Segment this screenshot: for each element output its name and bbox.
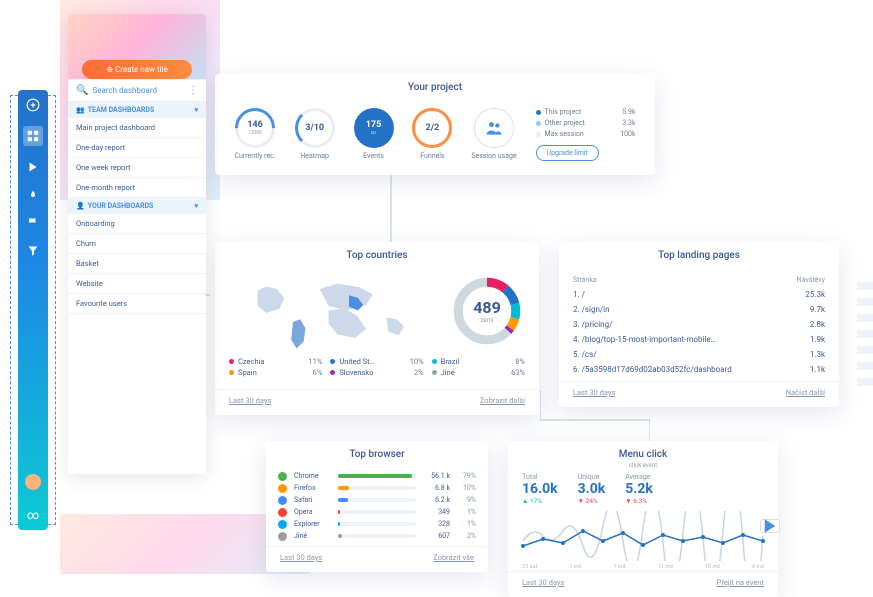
user-icon: 👤 [76, 202, 85, 210]
play-icon[interactable] [760, 519, 780, 533]
legend-item: Brazil8% [432, 357, 525, 366]
table-row[interactable]: 1. /25.3k [573, 287, 825, 302]
flame-icon[interactable] [26, 188, 40, 202]
panel-title: Your project [215, 74, 655, 101]
browser-icon [278, 484, 287, 493]
chevron-down-icon: ▾ [194, 106, 198, 114]
metric-session[interactable]: Session usage [471, 108, 516, 160]
flag-icon[interactable] [26, 216, 40, 230]
date-range-link[interactable]: Last 30 days [229, 396, 271, 405]
panel-title: Top countries [215, 242, 539, 269]
stat: Average5.2k▼ 6.3% [625, 473, 653, 505]
load-more-link[interactable]: Načíst další [786, 388, 825, 397]
search-icon: 🔍 [76, 85, 88, 96]
sidebar-hero: ⊕ Create new tile [68, 14, 206, 79]
section-your[interactable]: 👤 YOUR DASHBOARDS▾ [68, 198, 206, 214]
show-all-link[interactable]: Zobrazit vše [433, 553, 474, 562]
table-row: Safari6.2 k9% [278, 494, 476, 506]
play-icon[interactable] [26, 160, 40, 174]
users-icon [474, 108, 514, 148]
sidebar-item[interactable]: Churn [68, 234, 206, 254]
sidebar-item[interactable]: One-month report [68, 178, 206, 198]
stat: Total16.0k▲ 17% [522, 473, 558, 505]
sidebar-item[interactable]: One-day report [68, 138, 206, 158]
table-row: Firefox6.8 k10% [278, 482, 476, 494]
table-row: Opera3491% [278, 506, 476, 518]
more-icon[interactable]: ⋮ [188, 85, 198, 96]
legend-item: Jiné63% [432, 368, 525, 377]
dashboard-icon[interactable] [23, 126, 43, 146]
search-input[interactable] [92, 86, 182, 95]
sidebar-item[interactable]: Basket [68, 254, 206, 274]
legend-item: Slovensko2% [330, 368, 423, 377]
sidebar-item[interactable]: Favourite users [68, 294, 206, 314]
table-row[interactable]: 2. /sign/in9.7k [573, 302, 825, 317]
sidebar-item[interactable]: One week report [68, 158, 206, 178]
metric-funnels[interactable]: 2/2 Funnels [412, 108, 452, 160]
team-icon: 👥 [76, 106, 85, 114]
menu-click-chart: 25 aut1 ind7 ind11 ind18 indd ind [508, 505, 778, 567]
avatar[interactable] [25, 474, 41, 490]
show-more-link[interactable]: Zobrazit další [480, 396, 525, 405]
world-map [229, 273, 437, 353]
landing-panel: Top landing pages StránkaNávštěvy 1. /25… [559, 242, 839, 407]
date-range-link[interactable]: Last 30 days [522, 578, 564, 587]
sidebar-item[interactable]: Main project dashboard [68, 118, 206, 138]
infinity-icon[interactable]: ∞ [27, 508, 39, 522]
table-row[interactable]: 5. /cs/1.3k [573, 347, 825, 362]
panel-title: Top browser [266, 441, 488, 468]
date-range-link[interactable]: Last 30 days [573, 388, 615, 397]
sidebar-item[interactable]: Onboarding [68, 214, 206, 234]
browser-panel: Top browser Chrome56.1 k79%Firefox6.8 k1… [266, 441, 488, 572]
sidebar-item[interactable]: Website [68, 274, 206, 294]
funnel-icon[interactable] [26, 244, 40, 258]
stat: Unique3.0k▼ 24% [578, 473, 606, 505]
goto-event-link[interactable]: Přejít na event [717, 578, 764, 587]
table-row[interactable]: 4. /blog/top-15-most-important-mobile…1.… [573, 332, 825, 347]
metric-currently-rec[interactable]: 146/2000 Currently rec. [234, 108, 275, 160]
countries-legend: Czechia11% United St…10% Brazil8% Spain6% Sl… [215, 353, 539, 385]
countries-donut: 489zemí [449, 273, 525, 349]
panel-subtitle: click event [508, 462, 778, 469]
metric-heatmap[interactable]: 3/10 Heatmap [295, 108, 335, 160]
nav-rail: ∞ [18, 90, 48, 530]
panel-title: Top landing pages [559, 242, 839, 269]
date-range-link[interactable]: Last 30 days [280, 553, 322, 562]
legend-item: Spain6% [229, 368, 322, 377]
legend-item: Czechia11% [229, 357, 322, 366]
ghost-decoration [857, 276, 873, 386]
table-row[interactable]: 6. /5a3598d17d69d02ab03d52fc/dashboard1.… [573, 362, 825, 377]
table-row: Explorer3281% [278, 518, 476, 530]
chevron-down-icon: ▾ [194, 202, 198, 210]
browser-icon [278, 472, 287, 481]
legend-item: United St…10% [330, 357, 423, 366]
table-row: Chrome56.1 k79% [278, 470, 476, 482]
section-team[interactable]: 👥 TEAM DASHBOARDS▾ [68, 102, 206, 118]
project-panel: Your project 146/2000 Currently rec. 3/1… [215, 74, 655, 175]
browser-icon [278, 520, 287, 529]
table-row: Jiné6072% [278, 530, 476, 542]
browser-icon [278, 496, 287, 505]
browser-icon [278, 532, 287, 541]
countries-panel: Top countries [215, 242, 539, 415]
message-icon[interactable] [26, 98, 40, 112]
session-legend: This project5.9k Other project3.3k Max s… [536, 107, 636, 161]
metric-events[interactable]: 175∞ Events [354, 108, 394, 160]
sidebar-panel: ⊕ Create new tile 🔍 ⋮ 👥 TEAM DASHBOARDS▾… [68, 14, 206, 474]
upgrade-button[interactable]: Upgrade limit [536, 145, 599, 161]
create-tile-button[interactable]: ⊕ Create new tile [82, 60, 192, 79]
browser-icon [278, 508, 287, 517]
table-row[interactable]: 3. /pricing/2.8k [573, 317, 825, 332]
